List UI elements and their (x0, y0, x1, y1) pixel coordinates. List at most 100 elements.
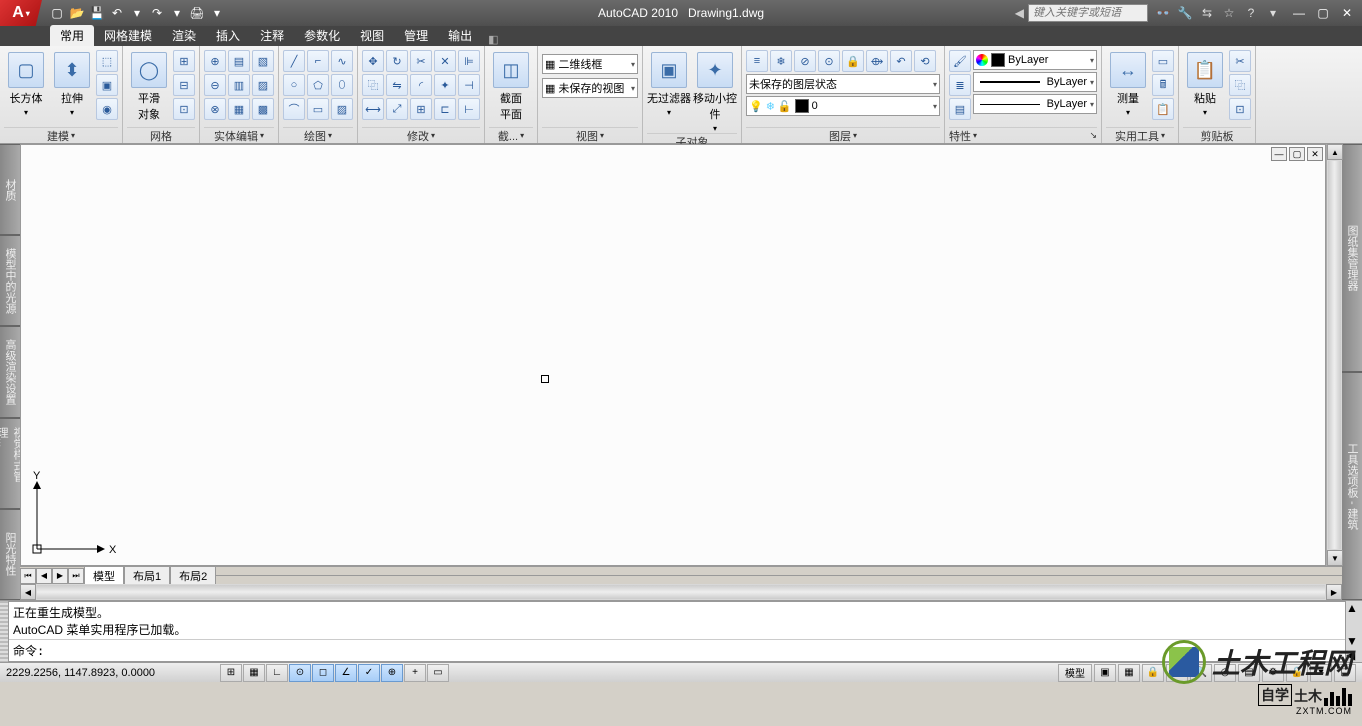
tab-parametric[interactable]: 参数化 (294, 25, 350, 46)
presspull-icon[interactable]: ▣ (96, 74, 118, 96)
layer-walk-icon[interactable]: ⟲ (914, 50, 936, 72)
join-icon[interactable]: ⊢ (458, 98, 480, 120)
prop-palette-icon[interactable]: ▤ (949, 98, 971, 120)
palette-tool-palettes[interactable]: 工具选项板 - 建筑 (1342, 372, 1362, 600)
panel-title-layers[interactable]: 图层▾ (746, 127, 940, 143)
layerstate-dropdown[interactable]: 未保存的图层状态▾ (746, 74, 940, 94)
mesh-refine-icon[interactable]: ⊡ (173, 98, 195, 120)
viewport-close-button[interactable]: ✕ (1307, 147, 1323, 161)
face-offset-icon[interactable]: ▦ (228, 98, 250, 120)
subtract-icon[interactable]: ⊖ (204, 74, 226, 96)
osnap-toggle[interactable]: ◻ (312, 664, 334, 682)
list-icon[interactable]: ≣ (949, 74, 971, 96)
nofilter-button[interactable]: ▣无过滤器▾ (647, 48, 691, 117)
helix-icon[interactable]: ◉ (96, 98, 118, 120)
mesh-more-icon[interactable]: ⊞ (173, 50, 195, 72)
break-icon[interactable]: ⊣ (458, 74, 480, 96)
qat-drop-icon[interactable]: ▾ (208, 4, 226, 22)
steering-wheel-icon[interactable]: ◎ (1214, 664, 1236, 682)
copy-clip-icon[interactable]: ⿻ (1229, 74, 1251, 96)
tab-next-button[interactable]: ▶ (52, 568, 68, 584)
palette-render-settings[interactable]: 高级渲染设置 (0, 326, 20, 417)
box-button[interactable]: ▢长方体▾ (4, 48, 48, 117)
pan-icon[interactable]: ✋ (1166, 664, 1188, 682)
scroll-right-icon[interactable]: ▶ (1326, 584, 1342, 600)
viewport-minimize-button[interactable]: — (1271, 147, 1287, 161)
face-delete-icon[interactable]: ▧ (252, 50, 274, 72)
tab-insert[interactable]: 插入 (206, 25, 250, 46)
cmd-scroll-down-icon[interactable]: ▼ (1346, 634, 1362, 648)
ortho-toggle[interactable]: ∟ (266, 664, 288, 682)
fillet-icon[interactable]: ◜ (410, 74, 432, 96)
measure-button[interactable]: ↔测量▾ (1106, 48, 1150, 117)
hardware-accel-icon[interactable]: ▾ (1310, 664, 1332, 682)
cut-icon[interactable]: ✂ (1229, 50, 1251, 72)
lineweight-dropdown[interactable]: ByLayer▾ (973, 72, 1097, 92)
section-plane-button[interactable]: ◫截面 平面 (489, 48, 533, 122)
layer-prop-icon[interactable]: ≡ (746, 50, 768, 72)
scroll-thumb-v[interactable] (1328, 161, 1341, 549)
polysolid-icon[interactable]: ⬚ (96, 50, 118, 72)
layer-freeze-icon[interactable]: ⊘ (794, 50, 816, 72)
close-button[interactable]: ✕ (1336, 4, 1358, 22)
dyn-toggle[interactable]: ⊕ (381, 664, 403, 682)
print-icon[interactable]: 🖨 (188, 4, 206, 22)
redo-drop-icon[interactable]: ▾ (168, 4, 186, 22)
grid-toggle[interactable]: ▦ (243, 664, 265, 682)
mirror-icon[interactable]: ⇋ (386, 74, 408, 96)
panel-title-view[interactable]: 视图▾ (542, 127, 638, 143)
tab-view[interactable]: 视图 (350, 25, 394, 46)
visual-style-dropdown[interactable]: ▦二维线框▾ (542, 54, 638, 74)
circle-icon[interactable]: ○ (283, 74, 305, 96)
layout-tab-model[interactable]: 模型 (84, 566, 124, 585)
command-scrollbar[interactable]: ▲ ▼ ◀ (1346, 601, 1362, 662)
layer-iso-icon[interactable]: ❄ (770, 50, 792, 72)
polar-toggle[interactable]: ⊙ (289, 664, 311, 682)
matchprop-icon[interactable]: 🖌 (949, 50, 971, 72)
tab-last-button[interactable]: ⏭ (68, 568, 84, 584)
rectangle-icon[interactable]: ▭ (307, 98, 329, 120)
panel-title-section[interactable]: 截...▾ (489, 127, 533, 143)
layer-dropdown[interactable]: 💡❄🔓 0▾ (746, 96, 940, 116)
panel-title-utilities[interactable]: 实用工具▾ (1106, 127, 1174, 143)
otrack-toggle[interactable]: ∠ (335, 664, 357, 682)
scroll-up-icon[interactable]: ▲ (1327, 144, 1343, 160)
new-icon[interactable]: ▢ (48, 4, 66, 22)
gizmo-button[interactable]: ✦移动小控件▾ (693, 48, 737, 133)
quickcalc-icon[interactable]: 🖩 (1152, 74, 1174, 96)
color-dropdown[interactable]: ByLayer▾ (973, 50, 1097, 70)
workspace-switch-icon[interactable]: ⚙ (1262, 664, 1284, 682)
tab-prev-button[interactable]: ◀ (36, 568, 52, 584)
open-icon[interactable]: 📂 (68, 4, 86, 22)
smooth-button[interactable]: ◯平滑 对象 (127, 48, 171, 122)
stretch-icon[interactable]: ⟷ (362, 98, 384, 120)
tab-render[interactable]: 渲染 (162, 25, 206, 46)
layout-tab-1[interactable]: 布局1 (124, 566, 170, 585)
zoom-icon[interactable]: 🔍 (1190, 664, 1212, 682)
tab-annotate[interactable]: 注释 (250, 25, 294, 46)
vertical-scrollbar[interactable]: ▲ ▼ (1326, 144, 1342, 566)
spline-icon[interactable]: ∿ (331, 50, 353, 72)
intersect-icon[interactable]: ⊗ (204, 98, 226, 120)
hatch-icon[interactable]: ▨ (331, 98, 353, 120)
coordinates-readout[interactable]: 2229.2256, 1147.8923, 0.0000 (0, 667, 220, 679)
linetype-dropdown[interactable]: ByLayer▾ (973, 94, 1097, 114)
panel-title-properties[interactable]: 特性▾↘ (949, 127, 1097, 143)
annotation-scale-icon[interactable]: 🔒 (1142, 664, 1164, 682)
command-grip[interactable] (0, 601, 8, 662)
exchange-icon[interactable]: ⇆ (1198, 4, 1216, 22)
copy-icon[interactable]: ⿻ (362, 74, 384, 96)
clean-screen-icon[interactable]: ▢ (1334, 664, 1356, 682)
snap-toggle[interactable]: ⊞ (220, 664, 242, 682)
search-input[interactable] (1028, 4, 1148, 22)
arc-icon[interactable]: ⌒ (283, 98, 305, 120)
line-icon[interactable]: ╱ (283, 50, 305, 72)
explode-icon[interactable]: ✦ (434, 74, 456, 96)
palette-visual-styles[interactable]: 视觉样式管理... (0, 418, 20, 509)
layer-lock-icon[interactable]: 🔒 (842, 50, 864, 72)
tab-output[interactable]: 输出 (438, 25, 482, 46)
toolbar-lock-icon[interactable]: 🔒 (1286, 664, 1308, 682)
array-icon[interactable]: ⊞ (410, 98, 432, 120)
favorite-icon[interactable]: ☆ (1220, 4, 1238, 22)
layout-tab-2[interactable]: 布局2 (170, 566, 216, 585)
